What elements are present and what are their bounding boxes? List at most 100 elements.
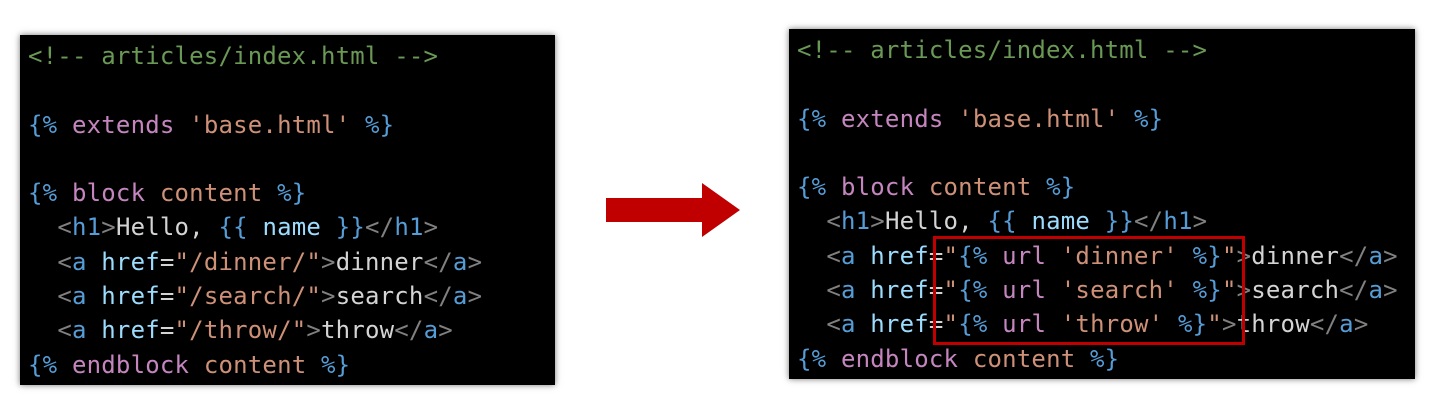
arrow-shape [606,183,740,237]
block-name: content [972,344,1076,373]
code-line-link: <a href="/dinner/">dinner</a> [28,245,555,279]
end-tag-gt: > [1383,241,1398,270]
tag-name: a [840,310,856,339]
template-open: {% [797,344,827,373]
end-tag-name: a [452,282,468,311]
code-line-endblock: {% endblock content %} [797,342,1415,376]
end-tag-lt: </ [1134,207,1164,236]
template-string: 'base.html' [958,104,1120,133]
tag-gt: > [870,207,885,236]
tag-name: a [71,247,87,276]
end-tag-name: a [1368,276,1384,305]
text-content: Hello, [115,213,219,242]
attr-name: href [855,276,929,305]
template-close: %} [1090,344,1120,373]
template-keyword: block [71,179,146,208]
template-open: {% [797,104,827,133]
attr-name: href [86,316,160,345]
tag-lt: < [826,207,841,236]
text-content: Hello, [884,207,988,236]
template-open: {% [28,179,58,208]
tag-lt: < [57,316,72,345]
tag-name: a [840,276,856,305]
code-line-block: {% block content %} [797,170,1415,204]
template-keyword: endblock [840,344,959,373]
end-tag-lt: </ [1309,310,1340,339]
end-tag-name: h1 [394,213,424,242]
end-tag-lt: </ [1339,241,1369,270]
tag-lt: < [826,241,841,270]
var-name: name [1016,207,1105,236]
end-tag-gt: > [423,213,439,242]
tag-lt: < [57,247,72,276]
attr-value: "/search/" [174,282,322,311]
end-tag-lt: </ [394,316,424,345]
end-tag-name: a [423,316,439,345]
end-tag-gt: > [467,247,483,276]
template-keyword: extends [840,104,944,133]
attr-eq: = [159,247,175,276]
link-text: search [335,282,424,311]
var-open: {{ [987,207,1017,236]
tag-name: h1 [840,207,871,236]
link-text: dinner [1251,241,1340,270]
end-tag-gt: > [467,282,483,311]
template-close: %} [1046,173,1076,202]
template-keyword: endblock [71,350,190,379]
link-text: throw [1236,310,1310,339]
html-comment: <!-- articles/index.html --> [797,36,1208,64]
template-keyword: extends [71,110,175,139]
template-close: %} [1133,104,1164,133]
end-tag-name: a [452,247,468,276]
template-keyword: block [840,173,915,202]
attr-name: href [86,282,160,311]
tag-gt: > [321,247,336,276]
end-tag-name: a [1339,310,1354,339]
code-line-endblock: {% endblock content %} [28,348,555,382]
tag-lt: < [57,213,72,242]
block-name: content [159,179,263,208]
block-name: content [203,350,307,379]
link-text: search [1251,276,1340,305]
tag-lt: < [57,282,72,311]
tag-lt: < [826,310,841,339]
template-open: {% [797,173,827,202]
end-tag-gt: > [1383,276,1398,305]
var-close: }} [1104,207,1135,236]
block-name: content [928,173,1032,202]
attr-eq: = [159,282,175,311]
highlight-box [933,236,1245,345]
end-tag-gt: > [438,316,453,345]
tag-name: a [71,316,87,345]
end-tag-gt: > [1192,207,1208,236]
end-tag-lt: </ [365,213,395,242]
attr-name: href [86,247,160,276]
arrow-right-icon [606,183,740,237]
end-tag-lt: </ [423,247,453,276]
end-tag-gt: > [1353,310,1369,339]
template-close: %} [364,110,395,139]
end-tag-lt: </ [1339,276,1369,305]
template-close: %} [277,179,307,208]
end-tag-name: h1 [1163,207,1193,236]
code-line-comment: <!-- articles/index.html --> [28,39,555,73]
tag-name: a [71,282,87,311]
attr-value: "/dinner/" [174,247,322,276]
html-comment: <!-- articles/index.html --> [28,42,439,70]
code-panel-before: <!-- articles/index.html --> {% extends … [20,35,555,385]
code-line-block: {% block content %} [28,176,555,210]
code-line-link: <a href="/throw/">throw</a> [28,313,555,347]
var-name: name [247,213,336,242]
template-close: %} [321,350,351,379]
tag-gt: > [306,316,322,345]
tag-name: a [840,241,856,270]
